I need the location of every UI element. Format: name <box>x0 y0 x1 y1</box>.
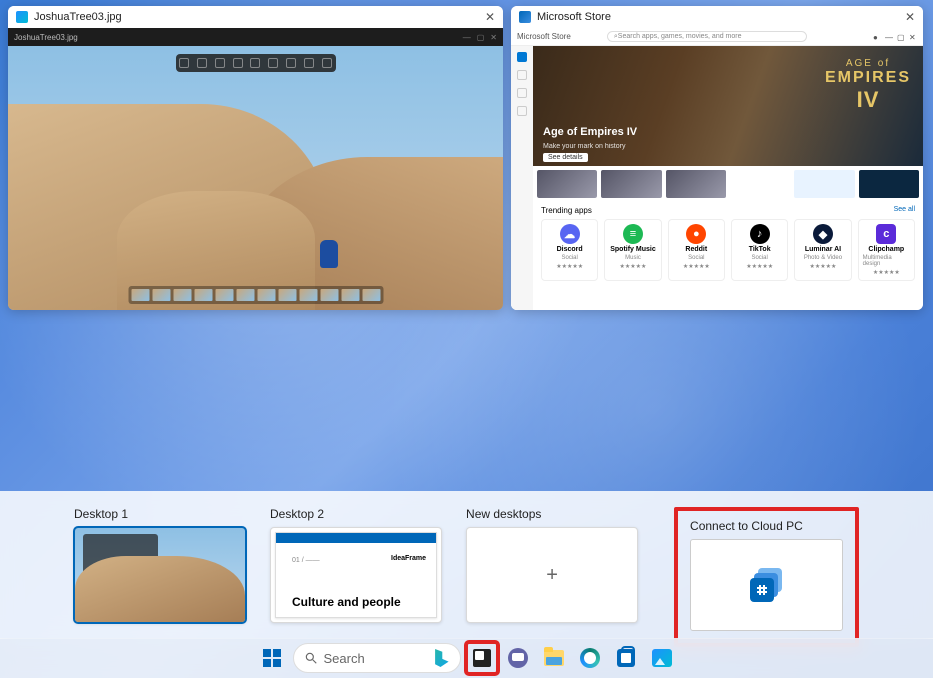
task-view-icon <box>473 649 491 667</box>
minimize-icon: — <box>463 33 471 42</box>
photos-icon <box>652 649 672 667</box>
doc-meta: 01 / —— <box>292 557 320 564</box>
photos-app-chrome: JoshuaTree03.jpg — ▢ ✕ <box>8 28 503 46</box>
window-titlebar: Microsoft Store ✕ <box>511 6 923 28</box>
desktop-thumbnail[interactable] <box>74 527 246 623</box>
doc-filename: IdeaFrame <box>391 555 426 562</box>
new-desktop[interactable]: New desktops + <box>466 507 638 623</box>
window-title-text: Microsoft Store <box>537 11 611 23</box>
sidebar-apps-icon[interactable] <box>517 70 527 80</box>
window-title-text: JoshuaTree03.jpg <box>34 11 122 23</box>
cloud-pc-label: Connect to Cloud PC <box>690 519 843 533</box>
store-sidebar <box>511 46 533 310</box>
windows-logo-icon <box>263 649 281 667</box>
plus-icon: + <box>546 564 558 587</box>
photos-preview: JoshuaTree03.jpg — ▢ ✕ <box>8 28 503 310</box>
trending-label: Trending apps <box>541 206 592 215</box>
desktop-thumbnail[interactable]: 01 / —— IdeaFrame Culture and people <box>270 527 442 623</box>
app-card[interactable]: ☁DiscordSocial★★★★★ <box>541 219 598 281</box>
photo-subject-person <box>320 240 338 268</box>
taskbar: Search <box>0 638 933 678</box>
tiktok-icon: ♪ <box>750 224 770 244</box>
store-preview: Microsoft Store ⌕ Search apps, games, mo… <box>511 28 923 310</box>
hero-game-logo: AGE of EMPIRES IV <box>825 58 911 113</box>
start-button[interactable] <box>257 643 287 673</box>
close-icon: ✕ <box>490 33 497 42</box>
minimize-icon: — <box>885 33 893 41</box>
spotify-icon: ≡ <box>623 224 643 244</box>
window-titlebar: JoshuaTree03.jpg ✕ <box>8 6 503 28</box>
clipchamp-icon: c <box>876 224 896 244</box>
maximize-icon: ▢ <box>477 33 485 42</box>
see-all-link[interactable]: See all <box>894 206 915 215</box>
store-header: Microsoft Store ⌕ Search apps, games, mo… <box>511 28 923 46</box>
store-app-icon <box>519 11 531 23</box>
close-icon: ✕ <box>909 33 917 41</box>
luminar-icon: ◆ <box>813 224 833 244</box>
window-thumbnail-photos[interactable]: JoshuaTree03.jpg ✕ JoshuaTree03.jpg —▢✕ <box>8 6 503 310</box>
hero-title: Age of Empires IV <box>543 126 637 138</box>
store-icon <box>617 649 635 667</box>
store-search-input[interactable]: ⌕ Search apps, games, movies, and more <box>607 31 807 42</box>
task-view-button[interactable] <box>467 643 497 673</box>
cloud-pc-button[interactable] <box>690 539 843 631</box>
chat-button[interactable] <box>503 643 533 673</box>
search-icon <box>304 651 318 665</box>
doc-heading: Culture and people <box>292 596 401 609</box>
desktop-label: Desktop 2 <box>270 507 442 521</box>
store-button[interactable] <box>611 643 641 673</box>
app-card[interactable]: ≡Spotify MusicMusic★★★★★ <box>604 219 661 281</box>
hero-thumbnails <box>533 166 923 202</box>
reddit-icon: ● <box>686 224 706 244</box>
edge-icon <box>580 648 600 668</box>
desktop-1[interactable]: Desktop 1 <box>74 507 246 623</box>
app-card[interactable]: ♪TikTokSocial★★★★★ <box>731 219 788 281</box>
cloud-pc-icon <box>750 568 784 602</box>
desktop-2[interactable]: Desktop 2 01 / —— IdeaFrame Culture and … <box>270 507 442 623</box>
sidebar-gaming-icon[interactable] <box>517 88 527 98</box>
photos-button[interactable] <box>647 643 677 673</box>
hero-details-button[interactable]: See details <box>543 153 588 162</box>
new-desktop-label: New desktops <box>466 507 638 521</box>
virtual-desktops-strip: Desktop 1 Desktop 2 01 / —— IdeaFrame Cu… <box>0 491 933 639</box>
sidebar-movies-icon[interactable] <box>517 106 527 116</box>
sidebar-home-icon[interactable] <box>517 52 527 62</box>
close-icon[interactable]: ✕ <box>905 10 915 24</box>
discord-icon: ☁ <box>560 224 580 244</box>
photo-canvas <box>8 46 503 310</box>
photos-app-icon <box>16 11 28 23</box>
chat-icon <box>508 648 528 668</box>
maximize-icon: ▢ <box>897 33 905 41</box>
store-header-title: Microsoft Store <box>517 32 571 41</box>
hero-subtitle: Make your mark on history <box>543 143 625 150</box>
app-card[interactable]: ●RedditSocial★★★★★ <box>668 219 725 281</box>
trending-apps-grid: ☁DiscordSocial★★★★★ ≡Spotify MusicMusic★… <box>533 219 923 287</box>
close-icon[interactable]: ✕ <box>485 10 495 24</box>
taskview-open-windows: JoshuaTree03.jpg ✕ JoshuaTree03.jpg —▢✕ <box>0 6 933 310</box>
edge-button[interactable] <box>575 643 605 673</box>
desktop-label: Desktop 1 <box>74 507 246 521</box>
app-card[interactable]: cClipchampMultimedia design★★★★★ <box>858 219 915 281</box>
file-explorer-button[interactable] <box>539 643 569 673</box>
window-thumbnail-store[interactable]: Microsoft Store ✕ Microsoft Store ⌕ Sear… <box>511 6 923 310</box>
search-placeholder: Search <box>324 651 365 666</box>
new-desktop-button[interactable]: + <box>466 527 638 623</box>
folder-icon <box>544 650 564 666</box>
photos-filmstrip <box>128 286 383 304</box>
cloud-pc[interactable]: Connect to Cloud PC <box>674 507 859 623</box>
user-icon: ● <box>873 33 881 41</box>
photos-toolbar <box>176 54 336 72</box>
photos-filename: JoshuaTree03.jpg <box>14 33 78 42</box>
app-card[interactable]: ◆Luminar AIPhoto & Video★★★★★ <box>794 219 851 281</box>
highlight-annotation: Connect to Cloud PC <box>674 507 859 647</box>
bing-icon <box>432 649 450 667</box>
store-hero-banner[interactable]: Age of Empires IV Make your mark on hist… <box>533 46 923 166</box>
store-search-placeholder: Search apps, games, movies, and more <box>618 33 742 40</box>
taskbar-search[interactable]: Search <box>293 643 461 673</box>
